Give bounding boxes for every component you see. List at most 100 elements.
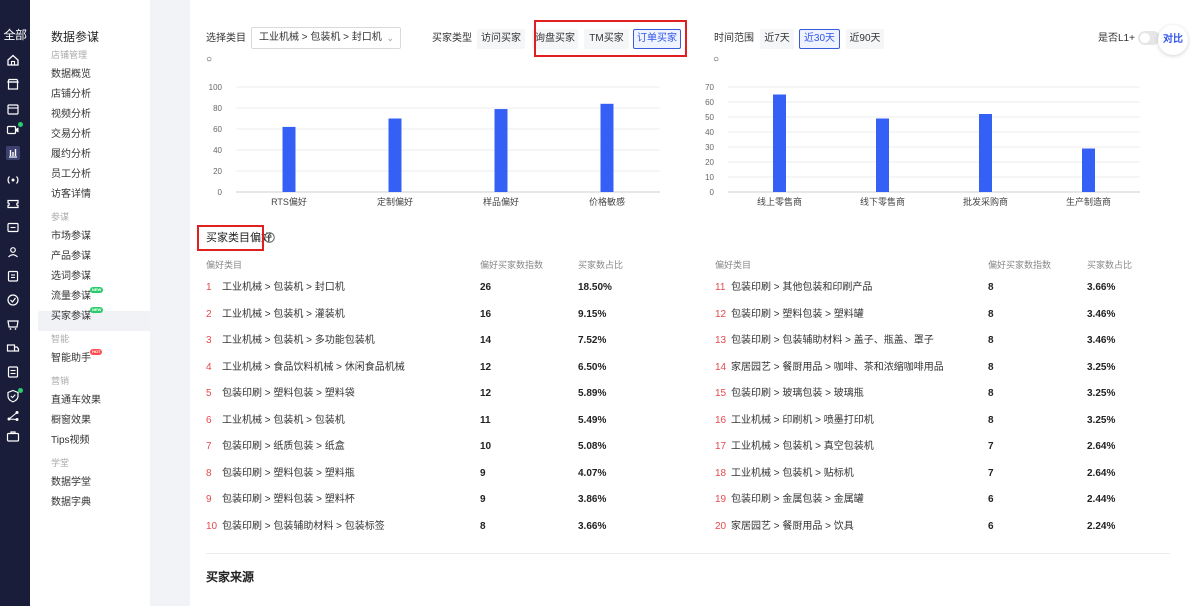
- row-category-name[interactable]: 工业机械 > 包装机 > 包装机: [222, 415, 345, 427]
- row-buyer-share: 7.52%: [578, 335, 607, 346]
- row-category-name[interactable]: 包装印刷 > 金属包装 > 金属罐: [731, 494, 864, 506]
- row-buyer-share: 3.86%: [578, 494, 607, 505]
- sidebar-item-product-advisor[interactable]: 产品参谋: [51, 251, 91, 263]
- clipboard-icon[interactable]: [6, 269, 20, 283]
- sidebar-item-fulfillment-analysis[interactable]: 履约分析: [51, 149, 91, 161]
- sidebar-item-data-academy[interactable]: 数据学堂: [51, 477, 91, 489]
- calendar-icon[interactable]: [6, 102, 20, 116]
- sidebar-item-smart-assistant[interactable]: 智能助手: [51, 353, 91, 365]
- bar-3[interactable]: [494, 109, 508, 192]
- row-category-name[interactable]: 工业机械 > 包装机 > 贴标机: [731, 468, 854, 480]
- row-category-name[interactable]: 工业机械 > 包装机 > 真空包装机: [731, 441, 874, 453]
- highlight-box-category-title: [197, 225, 264, 251]
- y-tick-label: 40: [705, 128, 714, 137]
- sidebar-item-data-dictionary[interactable]: 数据字典: [51, 497, 91, 509]
- sidebar-item-visitor-details[interactable]: 访客详情: [51, 189, 91, 201]
- sidebar-item-trade-analysis[interactable]: 交易分析: [51, 129, 91, 141]
- sidebar-item-showcase-results[interactable]: 橱窗效果: [51, 415, 91, 427]
- left-chart-title-clipped: ○: [206, 56, 213, 64]
- users-icon[interactable]: [6, 245, 20, 259]
- l1-toggle[interactable]: [1138, 31, 1160, 45]
- row-category-name[interactable]: 包装印刷 > 塑料包装 > 塑料袋: [222, 388, 355, 400]
- row-buyer-index: 12: [480, 362, 492, 373]
- y-tick-label: 0: [710, 188, 715, 197]
- row-buyer-share: 5.08%: [578, 441, 607, 452]
- help-icon[interactable]: [264, 232, 275, 243]
- bar-2[interactable]: [388, 118, 402, 193]
- notification-dot: [18, 388, 23, 393]
- row-category-name[interactable]: 家居园艺 > 餐厨用品 > 饮具: [731, 521, 854, 533]
- row-category-name[interactable]: 工业机械 > 包装机 > 封口机: [222, 282, 345, 294]
- y-tick-label: 20: [213, 167, 222, 176]
- time-90-days[interactable]: 近90天: [846, 29, 884, 49]
- bar-1[interactable]: [282, 126, 296, 192]
- broadcast-icon[interactable]: [6, 173, 20, 187]
- buyer-type-label: 买家类型: [432, 33, 472, 44]
- row-category-name[interactable]: 包装印刷 > 塑料包装 > 塑料杯: [222, 494, 355, 506]
- sidebar-item-video-analysis[interactable]: 视频分析: [51, 109, 91, 121]
- sidebar-item-tips-video[interactable]: Tips视频: [51, 435, 90, 447]
- row-buyer-index: 8: [988, 335, 994, 346]
- share-icon[interactable]: [6, 409, 20, 423]
- row-buyer-index: 10: [480, 441, 492, 452]
- compare-button[interactable]: 对比: [1158, 25, 1188, 55]
- cart-icon[interactable]: [6, 317, 20, 331]
- y-tick-label: 20: [705, 158, 714, 167]
- bar-2[interactable]: [876, 118, 889, 193]
- nav-group-label: 学堂: [51, 458, 70, 468]
- row-category-name[interactable]: 包装印刷 > 包装辅助材料 > 盖子、瓶盖、罩子: [731, 335, 934, 347]
- row-category-name[interactable]: 包装印刷 > 塑料包装 > 塑料罐: [731, 309, 864, 321]
- buyer-type-chart: 0 10 20 30 40 50 60 70 线上零售商 线下零售商 批发采购商 生产制造商: [705, 83, 1140, 207]
- store-icon[interactable]: [6, 77, 20, 91]
- row-rank: 4: [206, 362, 212, 373]
- ticket-icon[interactable]: [6, 197, 20, 211]
- sidebar-item-data-overview[interactable]: 数据概览: [51, 69, 91, 81]
- row-rank: 11: [715, 282, 726, 293]
- y-tick-label: 70: [705, 83, 714, 92]
- bar-4[interactable]: [1082, 148, 1095, 193]
- bar-4[interactable]: [600, 103, 614, 192]
- sidebar-item-buyer-advisor[interactable]: 买家参谋: [51, 311, 91, 323]
- buyer-badge: NEW: [90, 307, 104, 313]
- sidebar-item-keyword-advisor[interactable]: 选词参谋: [51, 271, 91, 283]
- row-buyer-share: 9.15%: [578, 309, 607, 320]
- category-select[interactable]: 工业机械 > 包装机 > 封口机 ⌄: [251, 27, 401, 49]
- row-buyer-index: 6: [988, 494, 994, 505]
- section-divider: [206, 553, 1170, 554]
- message-icon[interactable]: [6, 221, 20, 235]
- sidebar-item-ppc-results[interactable]: 直通车效果: [51, 395, 101, 407]
- row-buyer-index: 8: [988, 309, 994, 320]
- row-category-name[interactable]: 家居园艺 > 餐厨用品 > 咖啡、茶和浓缩咖啡用品: [731, 362, 944, 374]
- bar-1[interactable]: [773, 94, 786, 193]
- row-category-name[interactable]: 工业机械 > 印刷机 > 喷墨打印机: [731, 415, 874, 427]
- home-icon[interactable]: [6, 53, 20, 67]
- row-buyer-index: 8: [480, 521, 486, 532]
- truck-icon[interactable]: [6, 341, 20, 355]
- buyer-type-visit[interactable]: 访问买家: [477, 29, 525, 49]
- chevron-down-icon: ⌄: [386, 33, 394, 43]
- doc-icon[interactable]: [6, 365, 20, 379]
- row-category-name[interactable]: 工业机械 > 食品饮料机械 > 休闲食品机械: [222, 362, 405, 374]
- row-buyer-share: 5.89%: [578, 388, 607, 399]
- row-category-name[interactable]: 包装印刷 > 玻璃包装 > 玻璃瓶: [731, 388, 864, 400]
- bar-chart-icon[interactable]: [6, 146, 20, 160]
- row-category-name[interactable]: 包装印刷 > 其他包装和印刷产品: [731, 282, 872, 294]
- sidebar-item-shop-analysis[interactable]: 店铺分析: [51, 89, 91, 101]
- icon-rail: 全部: [0, 0, 30, 606]
- time-30-days[interactable]: 近30天: [799, 29, 840, 49]
- row-category-name[interactable]: 包装印刷 > 塑料包装 > 塑料瓶: [222, 468, 355, 480]
- row-category-name[interactable]: 包装印刷 > 包装辅助材料 > 包装标签: [222, 521, 385, 533]
- row-category-name[interactable]: 工业机械 > 包装机 > 多功能包装机: [222, 335, 375, 347]
- sidebar-item-market-advisor[interactable]: 市场参谋: [51, 231, 91, 243]
- page-gutter: [150, 0, 190, 606]
- row-category-name[interactable]: 工业机械 > 包装机 > 灌装机: [222, 309, 345, 321]
- row-category-name[interactable]: 包装印刷 > 纸质包装 > 纸盒: [222, 441, 345, 453]
- sidebar-item-staff-analysis[interactable]: 员工分析: [51, 169, 91, 181]
- all-menu-button[interactable]: 全部: [0, 0, 30, 42]
- bar-3[interactable]: [979, 114, 992, 192]
- target-icon[interactable]: [6, 293, 20, 307]
- row-rank: 7: [206, 441, 212, 452]
- briefcase-icon[interactable]: [6, 429, 20, 443]
- sidebar-item-traffic-advisor[interactable]: 流量参谋: [51, 291, 91, 303]
- time-7-days[interactable]: 近7天: [760, 29, 794, 49]
